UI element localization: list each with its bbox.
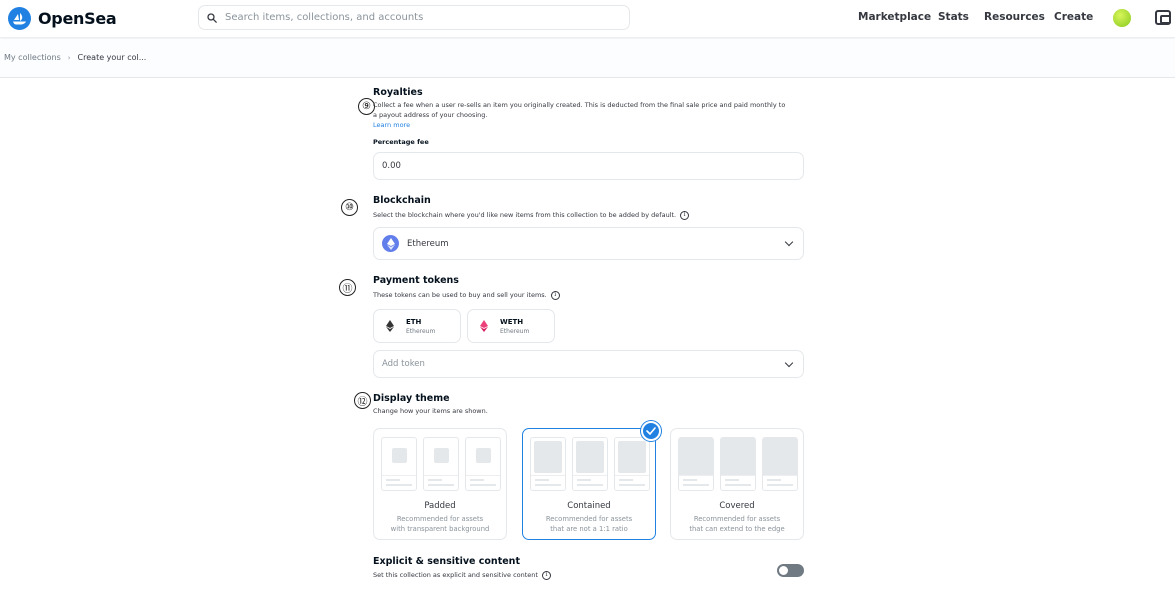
nav-marketplace[interactable]: Marketplace: [858, 11, 931, 23]
explicit-content-desc-text: Set this collection as explicit and sens…: [373, 571, 538, 579]
preview-tile: [720, 437, 756, 491]
explicit-content-title: Explicit & sensitive content: [373, 556, 520, 567]
step-marker-10: ⑩: [341, 199, 358, 216]
theme-option-desc-line: Recommended for assets: [693, 515, 781, 523]
opensea-logo-icon: [8, 7, 31, 30]
token-weth-network: Ethereum: [500, 327, 530, 335]
payment-tokens-title: Payment tokens: [373, 275, 459, 286]
breadcrumb-bar: My collections › Create your col...: [0, 39, 1175, 78]
nav-resources[interactable]: Resources: [984, 11, 1045, 23]
preview-tile: [423, 437, 459, 491]
display-theme-title: Display theme: [373, 393, 450, 404]
search-input[interactable]: Search items, collections, and accounts: [198, 5, 630, 30]
payment-tokens-desc-text: These tokens can be used to buy and sell…: [373, 291, 547, 299]
theme-option-title: Contained: [567, 501, 611, 511]
theme-option-title: Covered: [719, 501, 755, 511]
theme-option-desc-line: Recommended for assets: [545, 515, 633, 523]
theme-option-title: Padded: [424, 501, 456, 511]
token-eth-symbol: ETH: [406, 317, 422, 326]
chevron-down-icon: [784, 358, 794, 368]
royalties-desc-1: Collect a fee when a user re-sells an it…: [373, 101, 786, 109]
step-marker-11: ⑪: [339, 279, 356, 296]
brand-name: OpenSea: [38, 9, 117, 28]
ethereum-icon: [386, 320, 394, 332]
token-weth: WETH Ethereum: [467, 309, 555, 343]
blockchain-desc: Select the blockchain where you'd like n…: [373, 210, 690, 220]
step-marker-12: ⑫: [354, 392, 371, 409]
weth-icon: [480, 320, 488, 332]
theme-option-contained[interactable]: Contained Recommended for assets that ar…: [522, 428, 656, 540]
check-icon: [641, 421, 661, 441]
royalties-title: Royalties: [373, 87, 423, 98]
preview-tile: [762, 437, 798, 491]
explicit-content-toggle[interactable]: [777, 564, 804, 577]
add-token-select[interactable]: Add token: [373, 350, 804, 378]
token-weth-symbol: WETH: [500, 317, 524, 326]
preview-tile: [678, 437, 714, 491]
blockchain-selected: Ethereum: [407, 238, 449, 249]
top-header: OpenSea Search items, collections, and a…: [0, 0, 1175, 38]
avatar[interactable]: [1113, 9, 1131, 27]
breadcrumb-my-collections[interactable]: My collections: [4, 53, 61, 62]
info-icon[interactable]: i: [550, 290, 560, 300]
theme-option-desc-line: that can extend to the edge: [689, 525, 785, 533]
theme-option-desc-line: with transparent background: [390, 525, 490, 533]
theme-option-desc: Recommended for assets that can extend t…: [671, 514, 803, 534]
preview-tile: [530, 437, 566, 491]
add-token-placeholder: Add token: [382, 359, 425, 369]
wallet-icon[interactable]: [1155, 10, 1171, 25]
nav-create[interactable]: Create: [1054, 11, 1093, 23]
preview-tile: [381, 437, 417, 491]
display-theme-desc: Change how your items are shown.: [373, 407, 488, 415]
breadcrumb-current: Create your col...: [77, 53, 147, 62]
search-placeholder: Search items, collections, and accounts: [225, 12, 424, 23]
theme-option-padded[interactable]: Padded Recommended for assets with trans…: [373, 428, 507, 540]
preview-tile: [465, 437, 501, 491]
percentage-fee-input[interactable]: 0.00: [373, 152, 804, 180]
percentage-fee-value: 0.00: [382, 161, 401, 171]
blockchain-select[interactable]: Ethereum: [373, 227, 804, 260]
theme-option-desc: Recommended for assets that are not a 1:…: [523, 514, 655, 534]
learn-more-link[interactable]: Learn more: [373, 121, 410, 129]
brand-logo[interactable]: OpenSea: [8, 7, 117, 30]
theme-option-desc: Recommended for assets with transparent …: [374, 514, 506, 534]
search-icon: [207, 12, 217, 23]
royalties-desc-2: a payout address of your choosing.: [373, 111, 488, 119]
payment-tokens-desc: These tokens can be used to buy and sell…: [373, 290, 560, 300]
info-icon[interactable]: i: [541, 570, 551, 580]
percentage-fee-label: Percentage fee: [373, 138, 429, 146]
blockchain-title: Blockchain: [373, 195, 431, 206]
preview-tile: [572, 437, 608, 491]
explicit-content-desc: Set this collection as explicit and sens…: [373, 570, 551, 580]
token-eth-network: Ethereum: [406, 327, 436, 335]
info-icon[interactable]: i: [680, 210, 690, 220]
ethereum-icon: [382, 235, 399, 252]
theme-option-desc-line: Recommended for assets: [396, 515, 484, 523]
theme-option-covered[interactable]: Covered Recommended for assets that can …: [670, 428, 804, 540]
theme-option-desc-line: that are not a 1:1 ratio: [550, 525, 628, 533]
nav-stats[interactable]: Stats: [938, 11, 969, 23]
chevron-down-icon: [784, 237, 794, 247]
token-eth: ETH Ethereum: [373, 309, 461, 343]
breadcrumb: My collections › Create your col...: [4, 53, 146, 62]
breadcrumb-separator: ›: [67, 53, 71, 62]
blockchain-desc-text: Select the blockchain where you'd like n…: [373, 211, 677, 219]
preview-tile: [614, 437, 650, 491]
